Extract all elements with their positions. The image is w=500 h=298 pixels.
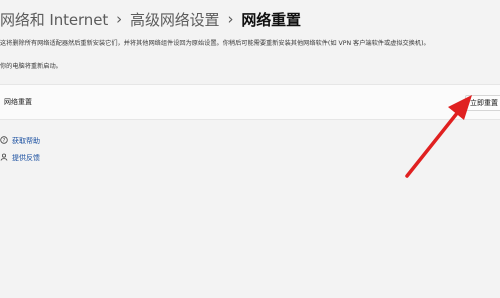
network-reset-card: 网络重置 立即重置 xyxy=(0,84,500,120)
chevron-right-icon: › xyxy=(116,10,123,28)
help-icon: ? xyxy=(0,136,10,146)
reset-now-button[interactable]: 立即重置 xyxy=(465,95,500,111)
breadcrumb: 网络和 Internet › 高级网络设置 › 网络重置 xyxy=(0,8,301,30)
chevron-right-icon: › xyxy=(227,10,234,28)
reset-description: 这将删除所有网络适配器然后重新安装它们，并将其他网络组件设回为原始设置。你稍后可… xyxy=(0,40,430,47)
svg-text:?: ? xyxy=(3,138,6,144)
give-feedback-label: 提供反馈 xyxy=(12,154,40,162)
network-reset-label: 网络重置 xyxy=(4,98,32,106)
give-feedback-link[interactable]: 提供反馈 xyxy=(0,153,40,163)
feedback-icon xyxy=(0,153,10,163)
get-help-label: 获取帮助 xyxy=(12,137,40,145)
breadcrumb-advanced-network-settings[interactable]: 高级网络设置 xyxy=(130,9,220,30)
page-title: 网络重置 xyxy=(241,10,301,29)
breadcrumb-network-internet[interactable]: 网络和 Internet xyxy=(0,9,108,30)
get-help-link[interactable]: ? 获取帮助 xyxy=(0,136,40,146)
restart-notice: 你的电脑将重新启动。 xyxy=(0,63,62,70)
